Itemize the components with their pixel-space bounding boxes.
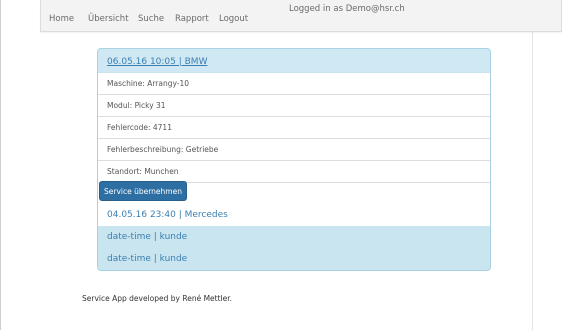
detail-text: Modul: Picky 31 <box>107 101 166 110</box>
content-right-border <box>532 0 533 330</box>
list-item[interactable]: 04.05.16 23:40 | Mercedes <box>107 210 228 220</box>
detail-text: Standort: Munchen <box>107 167 179 176</box>
footer-credit: Service App developed by René Mettler. <box>82 294 233 303</box>
login-status-text: Logged in as Demo@hsr.ch <box>289 4 405 14</box>
list-item[interactable]: date-time | kunde <box>107 254 187 264</box>
detail-row-error-description: Fehlerbeschreibung: Getriebe <box>98 139 490 161</box>
detail-text: Fehlerbeschreibung: Getriebe <box>107 145 219 154</box>
nav-overview-link[interactable]: Übersicht <box>88 14 129 24</box>
nav-home-link[interactable]: Home <box>49 14 74 24</box>
panel-heading: 06.05.16 10:05 | BMW <box>98 49 490 72</box>
detail-list: Maschine: Arrangy-10 Modul: Picky 31 Feh… <box>98 73 490 226</box>
nav-logout-link[interactable]: Logout <box>219 14 248 24</box>
service-panel: 06.05.16 10:05 | BMW Maschine: Arrangy-1… <box>97 48 491 271</box>
detail-text: Maschine: Arrangy-10 <box>107 79 190 88</box>
detail-row-machine: Maschine: Arrangy-10 <box>98 73 490 95</box>
nav-search-link[interactable]: Suche <box>138 14 164 24</box>
top-navbar: Home Übersicht Suche Rapport Logout Logg… <box>40 0 562 32</box>
detail-row-module: Modul: Picky 31 <box>98 95 490 117</box>
selected-entry-link[interactable]: 06.05.16 10:05 | BMW <box>107 57 207 67</box>
detail-row-error-code: Fehlercode: 4711 <box>98 117 490 139</box>
nav-report-link[interactable]: Rapport <box>175 14 209 24</box>
detail-row-location: Standort: Munchen <box>98 161 490 183</box>
list-item[interactable]: date-time | kunde <box>107 232 187 242</box>
take-over-service-button[interactable]: Service übernehmen <box>99 181 187 201</box>
detail-text: Fehlercode: 4711 <box>107 123 172 132</box>
window-left-border <box>0 0 1 330</box>
